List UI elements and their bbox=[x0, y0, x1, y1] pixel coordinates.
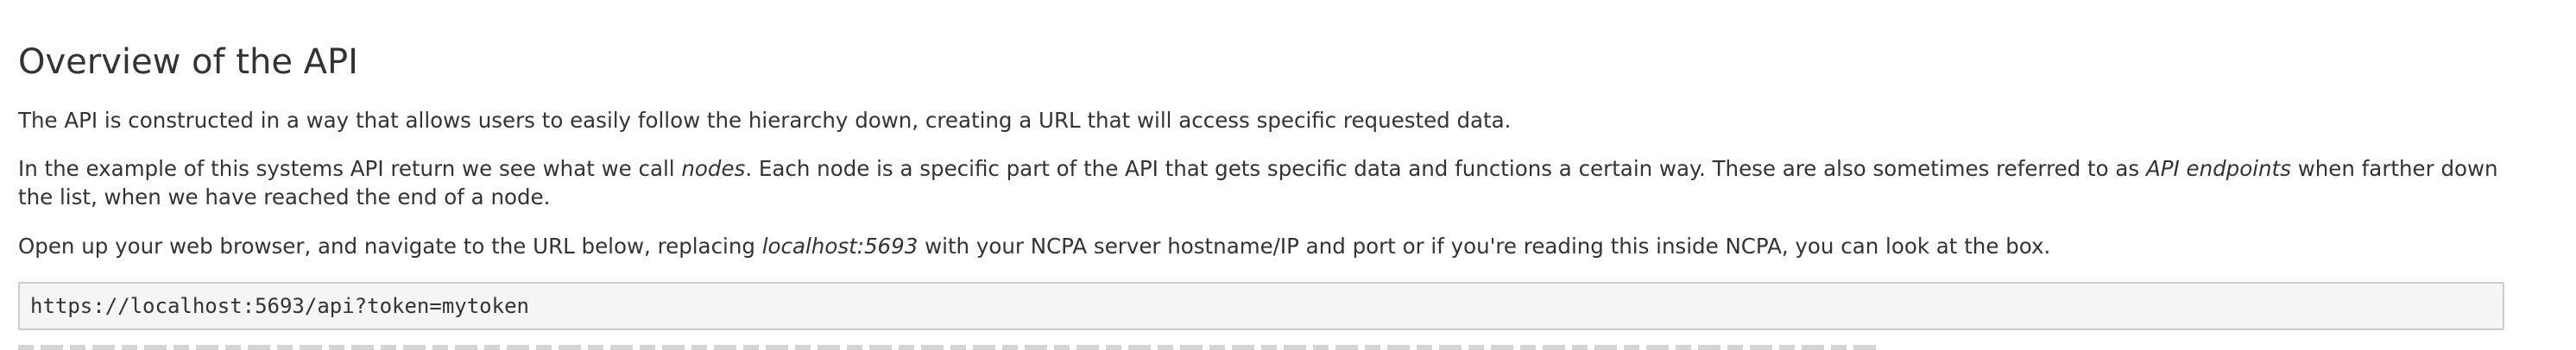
paragraph-browser: Open up your web browser, and navigate t… bbox=[18, 232, 2527, 260]
paragraph-browser-text-1: Open up your web browser, and navigate t… bbox=[18, 234, 762, 259]
code-block-url[interactable]: https://localhost:5693/api?token=mytoken bbox=[18, 282, 2504, 330]
localhost-term: localhost:5693 bbox=[761, 234, 919, 259]
truncated-text-line bbox=[18, 345, 1883, 350]
truncated-next-paragraph bbox=[18, 341, 2090, 350]
section-heading: Overview of the API bbox=[18, 42, 358, 82]
nodes-term: nodes bbox=[681, 156, 746, 181]
paragraph-nodes: In the example of this systems API retur… bbox=[18, 154, 2527, 211]
paragraph-browser-text-2: with your NCPA server hostname/IP and po… bbox=[918, 234, 2051, 259]
api-endpoints-term: API endpoints bbox=[2145, 156, 2291, 181]
paragraph-nodes-text-1: In the example of this systems API retur… bbox=[18, 156, 682, 181]
paragraph-nodes-text-2: . Each node is a specific part of the AP… bbox=[745, 156, 2146, 181]
paragraph-intro: The API is constructed in a way that all… bbox=[18, 108, 1512, 133]
documentation-page: Overview of the API The API is construct… bbox=[0, 0, 2576, 350]
